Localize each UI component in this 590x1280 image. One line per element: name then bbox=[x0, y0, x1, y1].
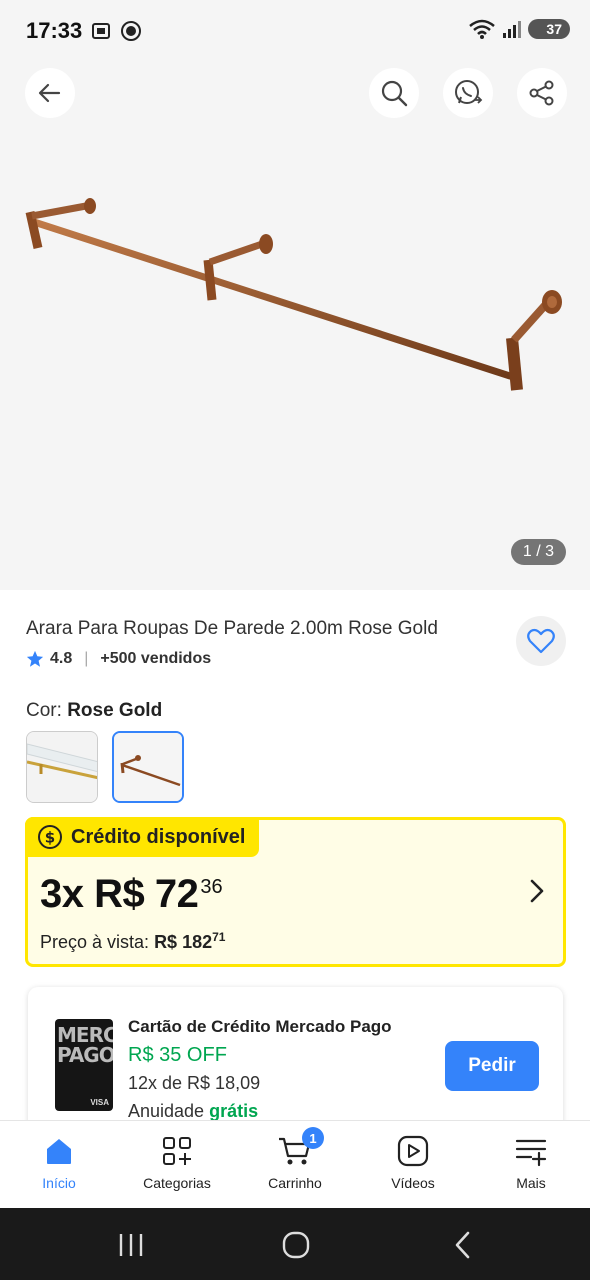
color-label-prefix: Cor: bbox=[26, 700, 62, 721]
share-icon bbox=[529, 80, 554, 106]
bottom-navigation: Início Categorias 1 Carrinho Vídeos Mais bbox=[0, 1120, 590, 1208]
nav-item-categories[interactable]: Categorias bbox=[118, 1121, 236, 1208]
home-icon bbox=[47, 1139, 71, 1164]
star-icon bbox=[26, 650, 44, 667]
cash-price-cents: 71 bbox=[212, 930, 226, 944]
credit-available-card[interactable]: $ Crédito disponível 3x R$ 72 36 Preço à… bbox=[25, 817, 566, 967]
video-icon bbox=[397, 1135, 429, 1167]
status-icons-left bbox=[90, 20, 142, 42]
nav-label-home: Início bbox=[42, 1175, 76, 1191]
swatch-thumbnail bbox=[114, 733, 182, 801]
request-card-button[interactable]: Pedir bbox=[445, 1041, 539, 1091]
status-icons-right: 37 bbox=[468, 18, 570, 40]
share-button[interactable] bbox=[517, 68, 567, 118]
color-swatch-gold[interactable] bbox=[26, 731, 98, 803]
installment-price: 3x R$ 72 36 bbox=[40, 872, 223, 917]
card-logo-text: MERCADO PAGO bbox=[57, 1023, 113, 1067]
system-back-icon[interactable] bbox=[448, 1230, 478, 1260]
color-value: Rose Gold bbox=[67, 700, 163, 721]
credit-card-offer[interactable]: MERCADO PAGO VISA Cartão de Crédito Merc… bbox=[28, 987, 563, 1137]
signal-icon bbox=[503, 21, 522, 38]
dollar-circle-icon: $ bbox=[38, 825, 62, 849]
mercado-pago-card-image: MERCADO PAGO VISA bbox=[55, 1019, 113, 1111]
color-swatch-rose-gold[interactable] bbox=[112, 731, 184, 803]
visa-logo: VISA bbox=[90, 1098, 109, 1107]
back-button[interactable] bbox=[25, 68, 75, 118]
home-circle-icon[interactable] bbox=[281, 1230, 311, 1260]
nav-item-home[interactable]: Início bbox=[0, 1121, 118, 1208]
cash-price: Preço à vista: R$ 18271 bbox=[40, 930, 225, 953]
search-icon bbox=[381, 80, 408, 107]
installment-amount: 3x R$ 72 bbox=[40, 872, 199, 916]
installment-cents: 36 bbox=[200, 876, 223, 898]
status-bar: 17:33 37 bbox=[0, 0, 590, 62]
whatsapp-share-button[interactable] bbox=[443, 68, 493, 118]
offer-installments: 12x de R$ 18,09 bbox=[128, 1073, 261, 1093]
recent-apps-icon[interactable] bbox=[116, 1230, 146, 1260]
categories-icon bbox=[163, 1137, 191, 1165]
nav-label-videos: Vídeos bbox=[391, 1175, 435, 1191]
battery-level: 37 bbox=[546, 21, 562, 37]
nav-label-categories: Categorias bbox=[143, 1175, 211, 1191]
svg-text:$: $ bbox=[45, 829, 55, 847]
whatsapp-icon bbox=[455, 80, 483, 104]
nav-label-more: Mais bbox=[516, 1175, 546, 1191]
annuity-label: Anuidade bbox=[128, 1101, 205, 1121]
nav-item-more[interactable]: Mais bbox=[472, 1121, 590, 1208]
arrow-left-icon bbox=[38, 83, 61, 103]
search-button[interactable] bbox=[369, 68, 419, 118]
cash-price-label: Preço à vista: bbox=[40, 932, 150, 952]
swatch-thumbnail bbox=[27, 732, 97, 802]
credit-tag-label: Crédito disponível bbox=[71, 825, 246, 848]
product-title: Arara Para Roupas De Parede 2.00m Rose G… bbox=[26, 618, 438, 639]
color-label: Cor: Rose Gold bbox=[26, 700, 162, 722]
more-icon bbox=[515, 1139, 547, 1167]
offer-discount: R$ 35 OFF bbox=[128, 1044, 227, 1066]
wifi-icon bbox=[469, 19, 496, 39]
screenshot-icon bbox=[92, 23, 110, 39]
nav-item-cart[interactable]: 1 Carrinho bbox=[236, 1121, 354, 1208]
sold-count: +500 vendidos bbox=[100, 650, 212, 667]
offer-title: Cartão de Crédito Mercado Pago bbox=[128, 1017, 392, 1036]
image-page-counter: 1 / 3 bbox=[510, 539, 566, 565]
product-image-gallery[interactable]: 1 / 3 bbox=[0, 62, 590, 590]
record-icon bbox=[121, 21, 141, 41]
rating-value: 4.8 bbox=[50, 650, 73, 667]
nav-label-cart: Carrinho bbox=[268, 1175, 322, 1191]
product-image bbox=[25, 198, 562, 391]
system-navigation-bar bbox=[0, 1208, 590, 1280]
battery-indicator: 37 bbox=[528, 19, 570, 39]
offer-details: Cartão de Crédito Mercado Pago R$ 35 OFF… bbox=[128, 1013, 392, 1125]
cart-count-badge: 1 bbox=[302, 1127, 324, 1149]
divider: | bbox=[84, 650, 89, 667]
heart-icon bbox=[527, 628, 555, 654]
favorite-button[interactable] bbox=[516, 616, 566, 666]
annuity-value: grátis bbox=[209, 1101, 259, 1121]
status-time: 17:33 bbox=[26, 18, 83, 43]
credit-tag: $ Crédito disponível bbox=[25, 817, 260, 857]
nav-item-videos[interactable]: Vídeos bbox=[354, 1121, 472, 1208]
rating-row[interactable]: 4.8 | +500 vendidos bbox=[26, 650, 211, 668]
cash-price-value: R$ 182 bbox=[154, 932, 213, 952]
chevron-right-icon bbox=[530, 879, 544, 903]
